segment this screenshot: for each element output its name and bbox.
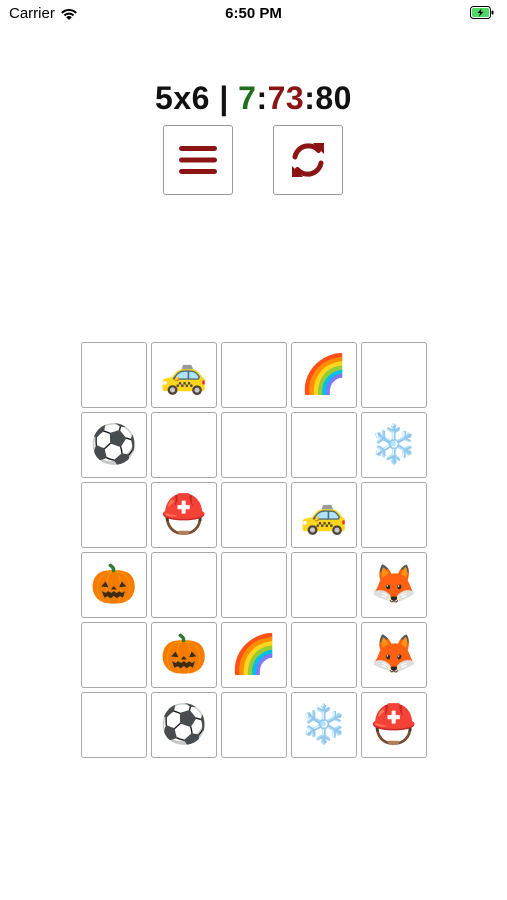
board-cell[interactable] bbox=[221, 342, 287, 408]
cell-symbol: 🌈 bbox=[300, 354, 348, 396]
board-cell[interactable]: ⚽ bbox=[81, 412, 147, 478]
board-cell[interactable]: ⚽ bbox=[151, 692, 217, 758]
timer-part-3: 80 bbox=[315, 80, 352, 116]
cell-symbol: 🌈 bbox=[230, 634, 278, 676]
board-cell[interactable] bbox=[361, 342, 427, 408]
cell-symbol: ⚽ bbox=[90, 424, 138, 466]
cell-symbol: ⛑️ bbox=[370, 704, 418, 746]
cell-symbol: ⚽ bbox=[160, 704, 208, 746]
timer-part-1: 7 bbox=[238, 80, 257, 116]
game-board: 🚕 🌈 ⚽ ❄️ ⛑️ 🚕 🎃 🦊 🎃 🌈 🦊 ⚽ ❄️ ⛑️ bbox=[81, 342, 427, 758]
header-separator: | bbox=[209, 80, 239, 116]
timer-part-2: 73 bbox=[267, 80, 305, 116]
board-cell[interactable]: 🦊 bbox=[361, 622, 427, 688]
board-cell[interactable]: 🌈 bbox=[221, 622, 287, 688]
board-cell[interactable] bbox=[221, 412, 287, 478]
cell-symbol: ⛑️ bbox=[160, 494, 208, 536]
board-cell[interactable]: 🚕 bbox=[151, 342, 217, 408]
status-bar: Carrier 6:50 PM bbox=[0, 0, 507, 28]
cell-symbol: 🚕 bbox=[300, 494, 348, 536]
battery-charging-icon bbox=[470, 6, 494, 19]
game-header: 5x6 | 7:73:80 bbox=[0, 80, 507, 117]
board-cell[interactable] bbox=[81, 622, 147, 688]
cell-symbol: 🎃 bbox=[90, 564, 138, 606]
board-cell[interactable]: ⛑️ bbox=[151, 482, 217, 548]
board-cell[interactable]: ⛑️ bbox=[361, 692, 427, 758]
board-cell[interactable]: 🦊 bbox=[361, 552, 427, 618]
board-cell[interactable]: 🌈 bbox=[291, 342, 357, 408]
cell-symbol: 🦊 bbox=[370, 634, 418, 676]
board-cell[interactable] bbox=[81, 692, 147, 758]
cell-symbol: 🦊 bbox=[370, 564, 418, 606]
board-cell[interactable]: ❄️ bbox=[361, 412, 427, 478]
board-cell[interactable] bbox=[221, 552, 287, 618]
grid-size-label: 5x6 bbox=[155, 80, 210, 116]
board-cell[interactable] bbox=[291, 622, 357, 688]
timer-separator-1: : bbox=[256, 80, 268, 116]
board-cell[interactable] bbox=[81, 482, 147, 548]
board-cell[interactable] bbox=[81, 342, 147, 408]
refresh-icon bbox=[292, 143, 324, 177]
board-cell[interactable] bbox=[291, 552, 357, 618]
board-cell[interactable]: 🚕 bbox=[291, 482, 357, 548]
board-cell[interactable]: ❄️ bbox=[291, 692, 357, 758]
timer-separator-2: : bbox=[304, 80, 316, 116]
status-time: 6:50 PM bbox=[225, 5, 282, 22]
game-screen: Carrier 6:50 PM 5x6 | 7:73:80 🚕 🌈 ⚽ ❄️ ⛑… bbox=[0, 0, 507, 900]
cell-symbol: 🚕 bbox=[160, 354, 208, 396]
board-cell[interactable]: 🎃 bbox=[81, 552, 147, 618]
cell-symbol: ❄️ bbox=[370, 424, 418, 466]
board-cell[interactable] bbox=[291, 412, 357, 478]
board-cell[interactable] bbox=[361, 482, 427, 548]
board-cell[interactable]: 🎃 bbox=[151, 622, 217, 688]
menu-button[interactable] bbox=[163, 125, 233, 195]
board-cell[interactable] bbox=[151, 412, 217, 478]
board-cell[interactable] bbox=[151, 552, 217, 618]
cell-symbol: ❄️ bbox=[300, 704, 348, 746]
board-cell[interactable] bbox=[221, 692, 287, 758]
board-cell[interactable] bbox=[221, 482, 287, 548]
restart-button[interactable] bbox=[273, 125, 343, 195]
cell-symbol: 🎃 bbox=[160, 634, 208, 676]
menu-icon bbox=[179, 146, 217, 174]
